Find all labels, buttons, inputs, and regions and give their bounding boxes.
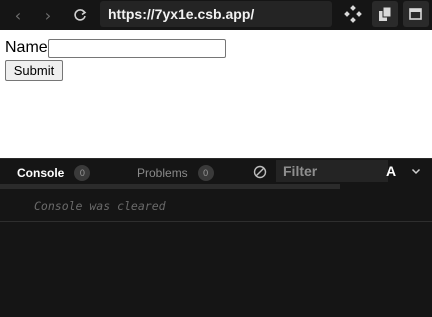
reload-icon[interactable] <box>70 5 90 25</box>
console-count-badge: 0 <box>74 165 91 181</box>
name-input[interactable] <box>47 39 226 58</box>
tab-problems[interactable]: Problems 0 <box>137 165 214 181</box>
font-toggle-button[interactable]: A <box>383 163 399 181</box>
copy-icon[interactable] <box>372 1 398 27</box>
clear-console-icon[interactable] <box>252 164 268 180</box>
preview-pane: Name Submit <box>0 30 432 158</box>
codesandbox-icon[interactable] <box>340 1 366 27</box>
back-icon[interactable]: ‹ <box>8 5 28 25</box>
name-form-row: Name <box>5 38 226 58</box>
problems-count-badge: 0 <box>197 165 214 181</box>
browser-toolbar: ‹ › https://7yx1e.csb.app/ <box>0 0 432 30</box>
open-window-icon[interactable] <box>403 1 429 27</box>
devtools-tabbar: Console 0 Problems 0 A <box>0 158 432 185</box>
filter-input[interactable] <box>276 160 388 182</box>
console-divider <box>0 221 432 222</box>
name-label: Name <box>5 39 48 56</box>
tab-console-label: Console <box>17 166 65 180</box>
submit-button[interactable]: Submit <box>5 60 63 81</box>
forward-icon[interactable]: › <box>38 5 58 25</box>
console-message: Console was cleared <box>34 199 166 213</box>
url-text: https://7yx1e.csb.app/ <box>108 6 255 22</box>
tab-problems-label: Problems <box>137 166 188 180</box>
chevron-down-icon[interactable] <box>409 164 423 178</box>
tab-divider <box>0 184 340 189</box>
tab-console[interactable]: Console 0 <box>17 165 91 181</box>
url-bar[interactable]: https://7yx1e.csb.app/ <box>100 1 332 27</box>
